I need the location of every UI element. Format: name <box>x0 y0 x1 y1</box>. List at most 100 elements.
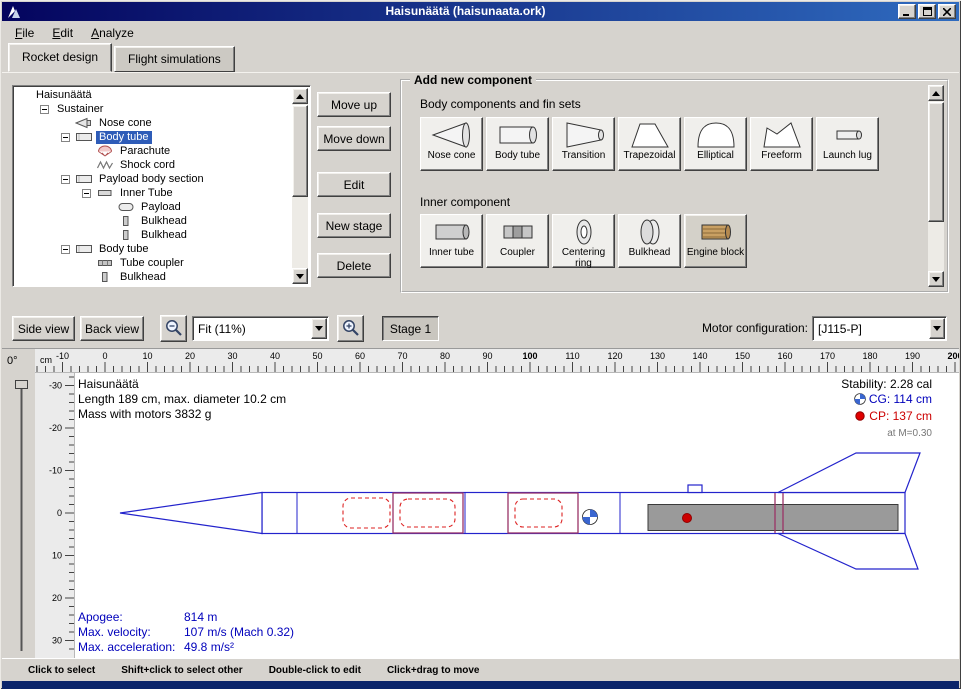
component-button-row: Nose coneBody tube Transition Trapezoidal E… <box>420 117 879 171</box>
tree-item-label: Body tube <box>96 243 152 256</box>
tree-item-parachute[interactable]: Parachute <box>15 144 291 158</box>
tree-item-inner-tube[interactable]: Inner Tube <box>15 186 291 200</box>
bodytube-icon <box>75 173 96 185</box>
stage-1-toggle[interactable]: Stage 1 <box>382 316 439 341</box>
add-inner-tube-button[interactable]: Inner tube <box>420 214 483 268</box>
scroll-up-icon[interactable] <box>292 88 308 104</box>
component-button-label: Transition <box>562 150 606 161</box>
scroll-up-icon[interactable] <box>928 85 944 101</box>
tree-item-shock-cord[interactable]: Shock cord <box>15 158 291 172</box>
add-bulkhead-button[interactable]: Bulkhead <box>618 214 681 268</box>
expander-icon[interactable] <box>61 245 75 254</box>
add-freeform-button[interactable]: Freeform <box>750 117 813 171</box>
fin-top-shape[interactable] <box>778 453 920 493</box>
nose-cone-shape[interactable] <box>120 493 262 534</box>
chevron-down-icon[interactable] <box>929 318 945 339</box>
tree-item-tube-coupler[interactable]: Tube coupler <box>15 256 291 270</box>
menu-analyze[interactable]: Analyze <box>82 23 143 43</box>
close-button[interactable] <box>938 4 956 19</box>
back-view-button[interactable]: Back view <box>80 316 144 341</box>
horizontal-ruler: -100102030405060708090100110120130140150… <box>35 349 959 373</box>
rocket-figure-area[interactable]: 0° cm -100102030405060708090100110120130… <box>2 348 959 658</box>
tree-item-label: Tube coupler <box>117 257 187 270</box>
tree-item-bulkhead[interactable]: Bulkhead <box>15 270 291 284</box>
edit-button[interactable]: Edit <box>317 172 391 197</box>
expander-icon[interactable] <box>40 105 54 114</box>
rotation-slider[interactable] <box>15 379 29 655</box>
side-view-button[interactable]: Side view <box>12 316 75 341</box>
tree-indent <box>15 193 82 194</box>
launch-lug-shape[interactable] <box>688 485 702 493</box>
scrollbar-thumb[interactable] <box>928 102 944 222</box>
tree-item-bulkhead[interactable]: Bulkhead <box>15 228 291 242</box>
coupler-icon <box>496 217 540 247</box>
add-nose-cone-button[interactable]: Nose cone <box>420 117 483 171</box>
zoom-select[interactable]: Fit (11%) <box>192 316 329 341</box>
svg-text:190: 190 <box>905 351 920 361</box>
tree-scrollbar[interactable] <box>292 88 308 284</box>
openrocket-window: Haisunäätä (haisunaata.ork) FileEditAnal… <box>0 0 961 689</box>
tab-rocket-design[interactable]: Rocket design <box>8 43 112 72</box>
svg-text:30: 30 <box>227 351 237 361</box>
add-transition-button[interactable]: Transition <box>552 117 615 171</box>
menu-file[interactable]: File <box>6 23 43 43</box>
tree-item-payload[interactable]: Payload <box>15 200 291 214</box>
add-coupler-button[interactable]: Coupler <box>486 214 549 268</box>
tree-item-sustainer[interactable]: Sustainer <box>15 102 291 116</box>
menu-edit[interactable]: Edit <box>43 23 82 43</box>
tree-item-haisun-t[interactable]: Haisunäätä <box>15 88 291 102</box>
component-button-label: Elliptical <box>697 150 734 161</box>
new-stage-button[interactable]: New stage <box>317 213 391 238</box>
tree-indent <box>15 277 82 278</box>
move-up-button[interactable]: Move up <box>317 92 391 117</box>
expander-icon[interactable] <box>61 175 75 184</box>
fin-bottom-shape[interactable] <box>778 534 918 570</box>
status-hint: Click+drag to move <box>387 665 480 676</box>
transition-icon <box>562 120 606 150</box>
add-engine-block-button[interactable]: Engine block <box>684 214 747 268</box>
status-bar: Click to selectShift+click to select oth… <box>2 658 959 681</box>
maximize-button[interactable] <box>918 4 936 19</box>
tree-item-nose-cone[interactable]: Nose cone <box>15 116 291 130</box>
section-label-body-components-and-fin-sets: Body components and fin sets <box>420 97 581 111</box>
minimize-button[interactable] <box>898 4 916 19</box>
add-panel-scrollbar[interactable] <box>928 85 944 287</box>
move-down-button[interactable]: Move down <box>317 126 391 151</box>
zoom-out-button[interactable] <box>160 315 187 342</box>
tree-item-body-tube[interactable]: Body tube <box>15 242 291 256</box>
tree-item-payload-body-section[interactable]: Payload body section <box>15 172 291 186</box>
scroll-down-icon[interactable] <box>292 268 308 284</box>
tab-flight-simulations[interactable]: Flight simulations <box>114 46 235 72</box>
add-launch-lug-button[interactable]: Launch lug <box>816 117 879 171</box>
add-elliptical-button[interactable]: Elliptical <box>684 117 747 171</box>
tree-item-body-tube[interactable]: Body tube <box>15 130 291 144</box>
tree-indent <box>15 151 82 152</box>
add-trapezoidal-button[interactable]: Trapezoidal <box>618 117 681 171</box>
tree-indent <box>15 207 103 208</box>
scrollbar-thumb[interactable] <box>292 105 308 197</box>
rotation-angle-label: 0° <box>7 355 18 367</box>
svg-text:130: 130 <box>650 351 665 361</box>
svg-text:-30: -30 <box>49 381 62 391</box>
scroll-down-icon[interactable] <box>928 271 944 287</box>
expander-icon[interactable] <box>61 133 75 142</box>
slider-handle[interactable] <box>16 381 28 389</box>
tree-item-bulkhead[interactable]: Bulkhead <box>15 214 291 228</box>
launchlug-icon <box>826 120 870 150</box>
svg-text:50: 50 <box>312 351 322 361</box>
add-centering-ring-button[interactable]: Centering ring <box>552 214 615 268</box>
bulkhead-icon <box>117 229 138 241</box>
delete-button[interactable]: Delete <box>317 253 391 278</box>
expander-icon[interactable] <box>82 189 96 198</box>
title-bar[interactable]: Haisunäätä (haisunaata.ork) <box>2 2 959 21</box>
flight-row-max-velocity: Max. velocity:107 m/s (Mach 0.32) <box>78 625 294 640</box>
motor-configuration-select[interactable]: [J115-P] <box>812 316 947 341</box>
tree-indent <box>15 221 103 222</box>
flight-label: Apogee: <box>78 610 184 625</box>
svg-text:80: 80 <box>440 351 450 361</box>
chevron-down-icon[interactable] <box>311 318 327 339</box>
flight-row-apogee: Apogee:814 m <box>78 610 294 625</box>
add-body-tube-button[interactable]: Body tube <box>486 117 549 171</box>
zoom-in-button[interactable] <box>337 315 364 342</box>
rocket-mass: Mass with motors 3832 g <box>78 407 286 422</box>
